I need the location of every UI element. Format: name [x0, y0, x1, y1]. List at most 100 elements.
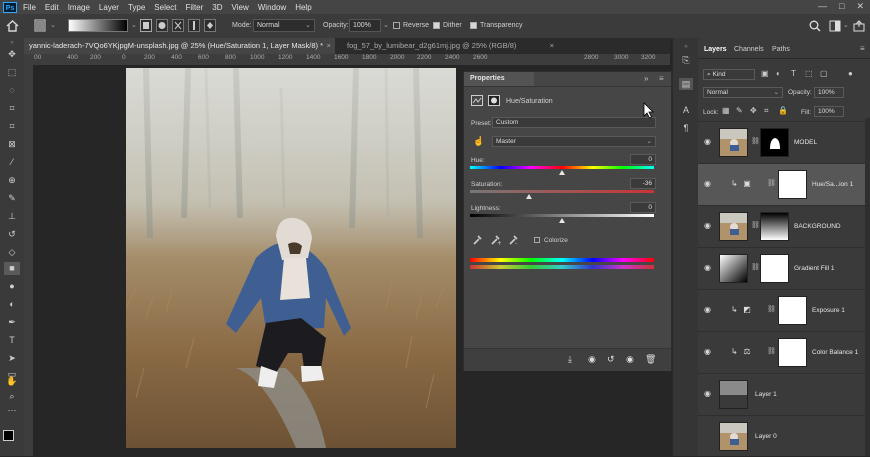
fill-input[interactable]: 100% [814, 106, 844, 117]
eraser-tool-icon[interactable]: ◇ [4, 246, 20, 259]
visibility-icon[interactable]: ◉ [626, 354, 634, 365]
minimize-icon[interactable]: — [818, 1, 827, 12]
visibility-eye-icon[interactable]: ◉ [704, 389, 713, 398]
collapse-icon[interactable]: » [4, 40, 20, 46]
eyedropper-tool-icon[interactable]: ⁄ [4, 156, 20, 169]
layer-mask-thumbnail[interactable] [778, 170, 807, 199]
home-icon[interactable] [6, 20, 19, 32]
chevron-down-icon[interactable]: ⌄ [383, 21, 389, 29]
eyedropper-icon[interactable] [472, 234, 483, 246]
radial-gradient-icon[interactable] [156, 19, 168, 32]
layer-row[interactable]: ◉ ⛓ BACKGROUND [698, 205, 870, 247]
layer-thumbnail[interactable] [719, 128, 748, 157]
panel-menu-icon[interactable]: ≡ [659, 74, 664, 83]
saturation-slider[interactable] [470, 190, 654, 193]
mode-select[interactable]: Normal ⌄ [253, 19, 315, 32]
tab-channels[interactable]: Channels [734, 46, 764, 53]
diamond-gradient-icon[interactable] [204, 19, 216, 32]
adjustment-filter-icon[interactable]: ◐ [776, 69, 781, 78]
type-filter-icon[interactable]: T [791, 69, 796, 78]
gradient-picker[interactable] [68, 19, 128, 32]
saturation-slider-thumb[interactable] [525, 194, 532, 199]
properties-tab[interactable]: Properties [464, 72, 534, 86]
reverse-checkbox[interactable] [393, 22, 400, 29]
search-icon[interactable] [809, 20, 821, 32]
link-chain-icon[interactable]: ⛓ [751, 137, 760, 145]
visibility-eye-icon[interactable]: ◉ [704, 221, 713, 230]
tab-layers[interactable]: Layers [704, 46, 727, 53]
transparency-checkbox[interactable] [470, 22, 477, 29]
menu-select[interactable]: Select [154, 3, 176, 12]
reflected-gradient-icon[interactable] [188, 19, 200, 32]
menu-edit[interactable]: Edit [45, 3, 59, 12]
pixel-filter-icon[interactable]: ▣ [761, 69, 769, 78]
layer-thumbnail[interactable] [719, 254, 748, 283]
layer-row[interactable]: ◉ ↳ ⚖ ⛓ Color Balance 1 [698, 331, 870, 373]
properties-panel-icon[interactable]: ▤ [679, 78, 693, 90]
photoshop-logo-icon[interactable]: Ps [3, 1, 17, 13]
layer-thumbnail[interactable] [719, 422, 748, 451]
type-tool-icon[interactable]: T [4, 334, 20, 347]
close-tab-icon[interactable]: × [327, 38, 331, 54]
move-tool-icon[interactable]: ✥ [4, 48, 20, 61]
more-tools-icon[interactable]: ··· [4, 404, 20, 417]
menu-3d[interactable]: 3D [212, 3, 222, 12]
lock-position-icon[interactable]: ✥ [750, 106, 757, 115]
menu-window[interactable]: Window [258, 3, 286, 12]
brush-tool-icon[interactable]: ✎ [4, 192, 20, 205]
visibility-eye-icon[interactable]: ◉ [704, 137, 713, 146]
link-chain-icon[interactable]: ⛓ [751, 221, 760, 229]
close-tab-icon[interactable]: × [550, 38, 554, 54]
visibility-eye-icon[interactable]: ◉ [704, 305, 713, 314]
chevron-down-icon[interactable]: ⌄ [843, 21, 849, 29]
tab-fog-document[interactable]: fog_57_by_lumibear_d2g61mj.jpg @ 25% (RG… [342, 38, 558, 54]
lightness-input[interactable]: 0 [630, 202, 656, 213]
layer-mask-thumbnail[interactable] [760, 212, 789, 241]
visibility-eye-icon[interactable]: ◉ [704, 263, 713, 272]
angle-gradient-icon[interactable] [172, 19, 184, 32]
clone-stamp-tool-icon[interactable]: ⊥ [4, 210, 20, 223]
path-selection-tool-icon[interactable]: ➤ [4, 352, 20, 365]
layers-scrollbar[interactable] [865, 118, 870, 456]
healing-brush-tool-icon[interactable]: ⊕ [4, 174, 20, 187]
smart-object-filter-icon[interactable]: ▢ [820, 69, 828, 78]
gradient-tool-active-icon[interactable]: ■ [4, 262, 20, 275]
gradient-tool-icon[interactable] [34, 19, 46, 32]
trash-icon[interactable]: 🗑 [645, 354, 656, 365]
layer-row[interactable]: ◉ ↳ ▣ ⛓ Hue/Sa...ion 1 [698, 163, 870, 205]
hue-slider-thumb[interactable] [559, 170, 565, 175]
colorize-checkbox[interactable] [534, 237, 540, 243]
marquee-tool-icon[interactable]: ⬚ [4, 66, 20, 79]
tab-yannic-document[interactable]: yannic-laderach-7VQo6YKjpgM-unsplash.jpg… [24, 38, 335, 54]
menu-filter[interactable]: Filter [186, 3, 204, 12]
zoom-tool-icon[interactable]: ⌕ [4, 390, 20, 403]
layer-row[interactable]: ◉ Layer 1 [698, 373, 870, 415]
menu-layer[interactable]: Layer [99, 3, 119, 12]
clip-to-layer-icon[interactable]: ⤓ [568, 354, 572, 365]
eyedropper-minus-icon[interactable]: - [508, 234, 519, 246]
history-brush-tool-icon[interactable]: ↺ [4, 228, 20, 241]
link-chain-icon[interactable]: ⛓ [767, 305, 776, 313]
link-chain-icon[interactable]: ⛓ [751, 263, 760, 271]
paragraph-panel-icon[interactable]: ¶ [679, 122, 693, 134]
chevron-down-icon[interactable]: ⌄ [50, 21, 56, 29]
lock-transparent-icon[interactable]: ▦ [722, 106, 730, 115]
layer-thumbnail[interactable] [719, 380, 748, 409]
frame-tool-icon[interactable]: ⊠ [4, 138, 20, 151]
document-image[interactable] [126, 68, 456, 448]
layer-thumbnail[interactable] [719, 212, 748, 241]
hue-slider[interactable] [470, 166, 654, 169]
menu-help[interactable]: Help [295, 3, 311, 12]
character-panel-icon[interactable]: A [679, 104, 693, 116]
linear-gradient-icon[interactable] [140, 19, 152, 32]
layer-row[interactable]: ◉Layer 0 [698, 415, 870, 457]
workspace-icon[interactable] [829, 20, 841, 32]
link-chain-icon[interactable]: ⛓ [767, 347, 776, 355]
blend-mode-select[interactable]: Normal ⌄ [703, 87, 783, 98]
layer-row[interactable]: ◉ ↳ ◩ ⛓ Exposure 1 [698, 289, 870, 331]
layer-row[interactable]: ◉ ⛓ Gradient Fill 1 [698, 247, 870, 289]
maximize-icon[interactable]: □ [839, 1, 844, 12]
menu-file[interactable]: File [23, 3, 36, 12]
visibility-eye-icon[interactable]: ◉ [704, 179, 713, 188]
visibility-eye-icon[interactable]: ◉ [704, 347, 713, 356]
